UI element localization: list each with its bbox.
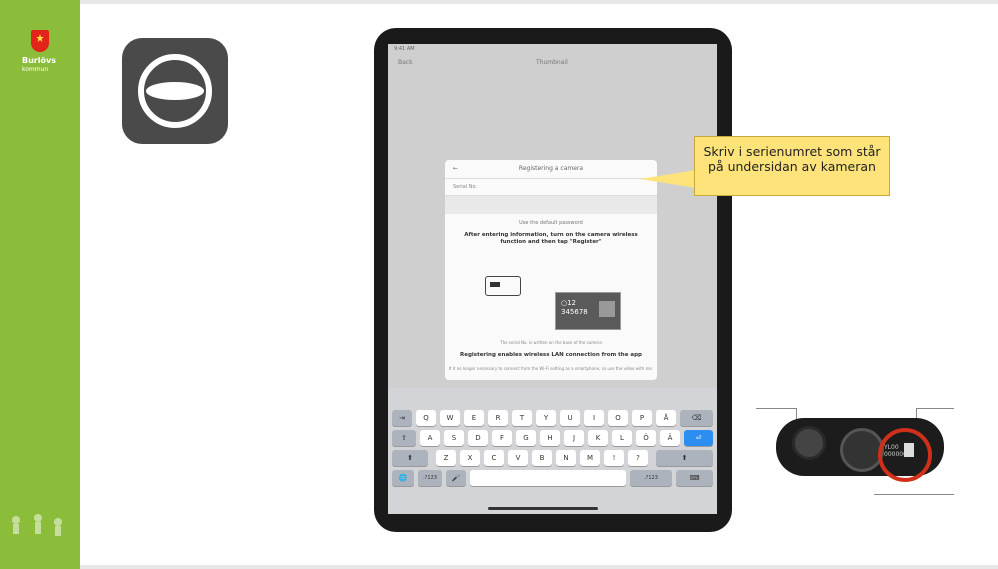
key-a[interactable]: A (420, 430, 440, 446)
key-y[interactable]: Y (536, 410, 556, 426)
camera-illustration-icon (485, 276, 521, 296)
serial-number-callout: Skriv i serienumret som står på undersid… (694, 136, 890, 196)
default-password-label: Use the default password (519, 220, 583, 226)
camera-app-icon (122, 38, 228, 144)
key-g[interactable]: G (516, 430, 536, 446)
key-c[interactable]: C (484, 450, 504, 466)
return-key[interactable]: ⏎ (684, 430, 713, 446)
shift-right-key[interactable]: ⬆ (656, 450, 713, 466)
key-z[interactable]: Z (436, 450, 456, 466)
bottom-divider (80, 565, 998, 569)
dialog-title: Registering a camera (518, 165, 584, 172)
serial-number-label: Serial No. (453, 184, 478, 190)
municipality-name: Burlövs kommun (22, 56, 56, 73)
space-key[interactable] (470, 470, 626, 486)
default-password-checkbox[interactable]: Use the default password (445, 214, 657, 232)
app-icon-band (146, 82, 204, 100)
key-i[interactable]: I (584, 410, 604, 426)
key-u[interactable]: U (560, 410, 580, 426)
numbers-key[interactable]: .?123 (418, 470, 442, 486)
key-j[interactable]: J (564, 430, 584, 446)
camera-port-icon (792, 426, 826, 460)
keyboard-row-4: 🌐 .?123 🎤 .?123 ⌨ (388, 470, 717, 488)
key-p[interactable]: P (632, 410, 652, 426)
key-e[interactable]: E (464, 410, 484, 426)
key-r[interactable]: R (488, 410, 508, 426)
dialog-header: ← Registering a camera (445, 160, 657, 179)
serial-tag-number: 345678 (561, 308, 588, 316)
leader-line-left (756, 408, 796, 409)
hide-keyboard-key-icon[interactable]: ⌨ (676, 470, 713, 486)
sidebar: Burlövs kommun (0, 0, 80, 569)
key-d[interactable]: D (468, 430, 488, 446)
leader-line-right (916, 408, 954, 409)
key-l[interactable]: L (612, 430, 632, 446)
shift-left-key[interactable]: ⬆ (392, 450, 428, 466)
key-t[interactable]: T (512, 410, 532, 426)
key-s[interactable]: S (444, 430, 464, 446)
serial-tag-prefix: ○12 (561, 299, 577, 307)
numbers-key-right[interactable]: .?123 (630, 470, 672, 486)
key-b[interactable]: B (532, 450, 552, 466)
dialog-footer-title: Registering enables wireless LAN connect… (460, 352, 642, 358)
caps-lock-key[interactable]: ⇪ (392, 430, 416, 446)
key-m[interactable]: M (580, 450, 600, 466)
key-oumlaut[interactable]: Ö (636, 430, 656, 446)
qr-code-icon (599, 301, 615, 317)
key-aumlaut[interactable]: Ä (660, 430, 680, 446)
nav-back-button[interactable]: Back (398, 59, 413, 66)
leader-line-bottom (874, 494, 954, 495)
serial-highlight-circle (878, 428, 932, 482)
dialog-spacer (445, 196, 657, 214)
nav-title: Thumbnail (536, 59, 568, 66)
onscreen-keyboard: ⇥ Q W E R T Y U I O P Å ⌫ ⇪ A S D F G H … (388, 388, 717, 514)
key-x[interactable]: X (460, 450, 480, 466)
municipality-crest-icon (31, 30, 49, 52)
serial-caption: The serial No. is written on the base of… (500, 340, 602, 345)
key-question[interactable]: ? (628, 450, 648, 466)
keyboard-row-2: ⇪ A S D F G H J K L Ö Ä ⏎ (388, 430, 717, 448)
register-camera-dialog: ← Registering a camera Serial No. Use th… (445, 160, 657, 380)
ipad-screen: 9:41 AM Back Thumbnail ← Registering a c… (388, 44, 717, 514)
microphone-key-icon[interactable]: 🎤 (446, 470, 466, 486)
key-aring[interactable]: Å (656, 410, 676, 426)
camera-bottom-photo: YL00 000000 (756, 406, 954, 498)
keyboard-row-3: ⬆ Z X C V B N M ! ? ⬆ (388, 450, 717, 468)
key-n[interactable]: N (556, 450, 576, 466)
keyboard-row-1: ⇥ Q W E R T Y U I O P Å ⌫ (388, 410, 717, 428)
dialog-instruction: After entering information, turn on the … (464, 232, 638, 245)
key-h[interactable]: H (540, 430, 560, 446)
nav-bar: Back Thumbnail (388, 54, 717, 74)
serial-number-field[interactable]: Serial No. (445, 179, 657, 196)
key-k[interactable]: K (588, 430, 608, 446)
serial-tag-illustration: ○12 345678 (555, 292, 621, 330)
home-indicator (488, 507, 598, 510)
key-o[interactable]: O (608, 410, 628, 426)
key-v[interactable]: V (508, 450, 528, 466)
key-q[interactable]: Q (416, 410, 436, 426)
dialog-back-button[interactable]: ← (453, 160, 458, 178)
top-divider (80, 0, 998, 4)
key-f[interactable]: F (492, 430, 512, 446)
decorative-figures-icon (12, 514, 62, 536)
status-bar: 9:41 AM (394, 46, 415, 52)
key-w[interactable]: W (440, 410, 460, 426)
key-exclamation[interactable]: ! (604, 450, 624, 466)
globe-key-icon[interactable]: 🌐 (392, 470, 414, 486)
callout-pointer (640, 170, 696, 188)
dialog-footer-note: If it no longer necessary to connect fro… (448, 366, 654, 371)
tab-key[interactable]: ⇥ (392, 410, 412, 426)
delete-key[interactable]: ⌫ (680, 410, 713, 426)
